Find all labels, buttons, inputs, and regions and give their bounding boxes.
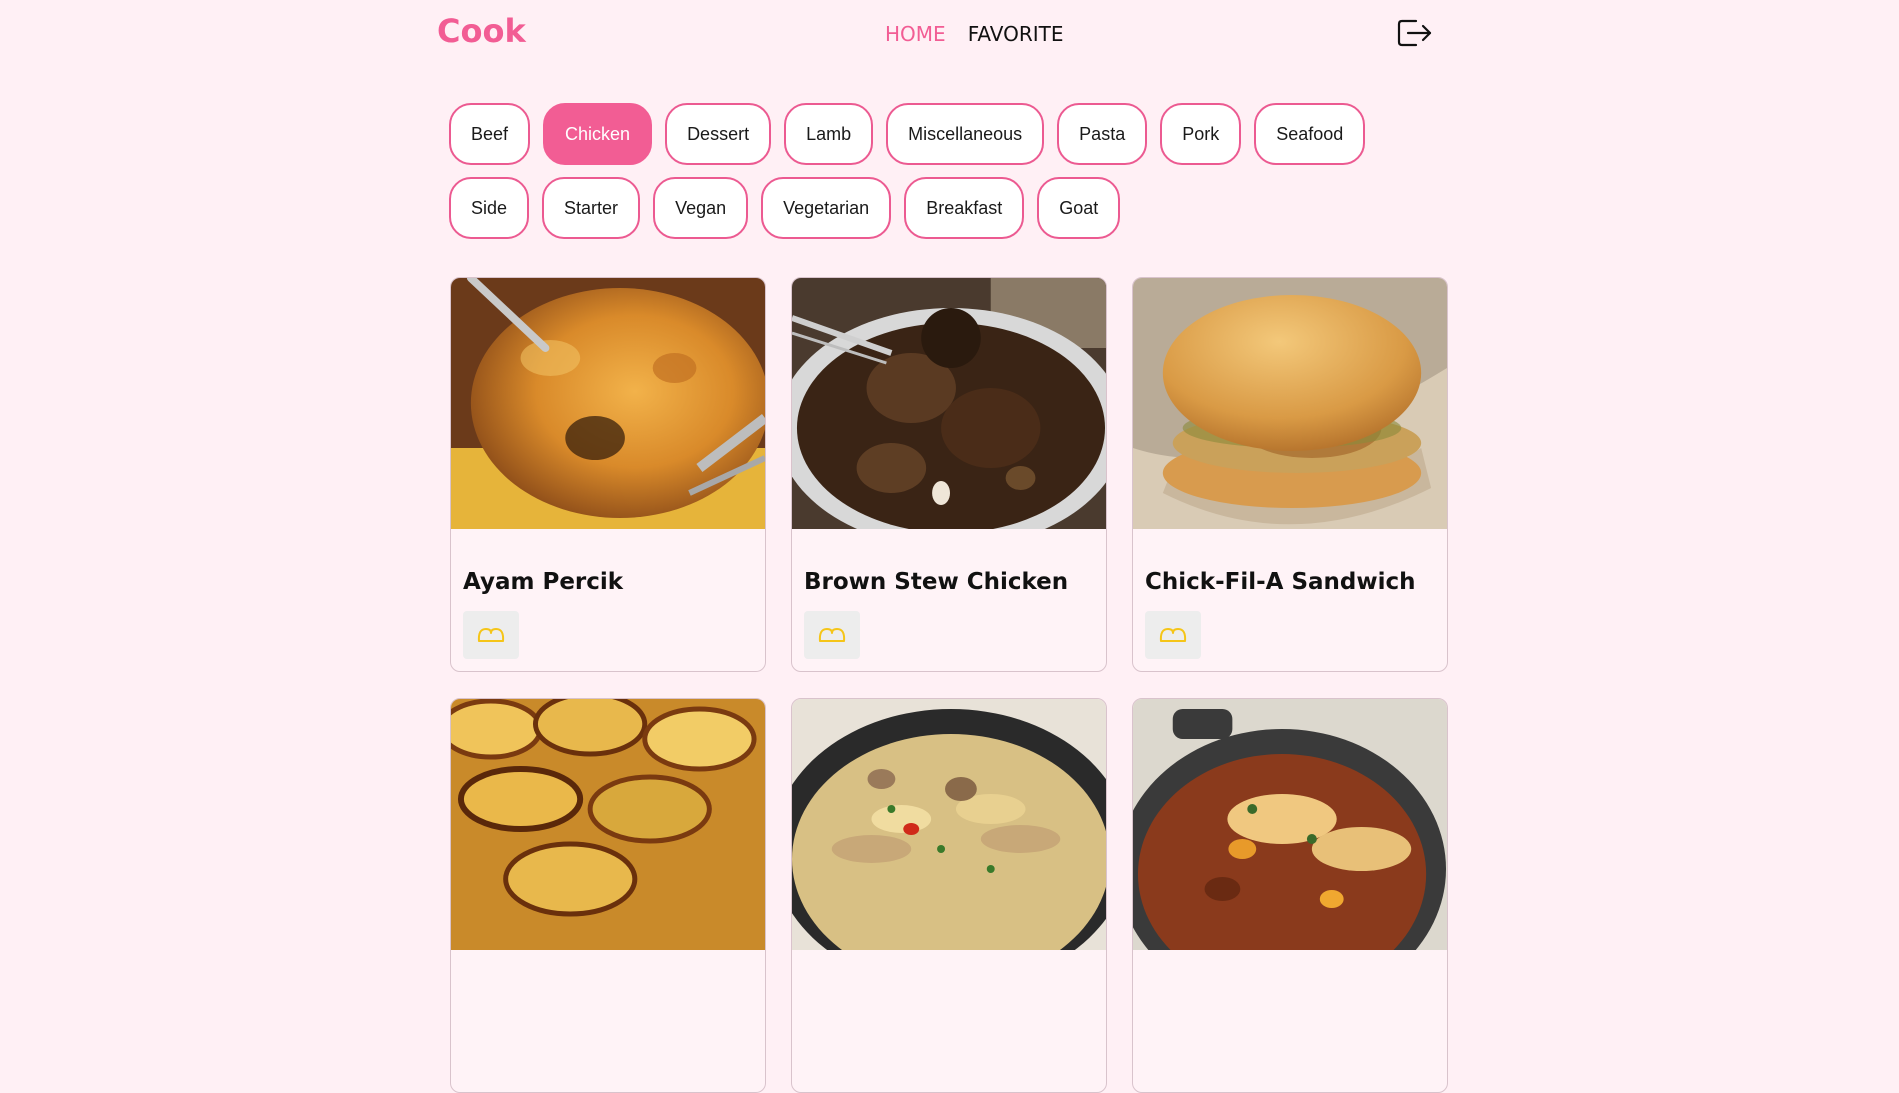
- meal-image: [792, 699, 1106, 950]
- meal-card[interactable]: Brown Stew Chicken: [791, 277, 1107, 672]
- meal-image: [451, 699, 765, 950]
- logout-icon[interactable]: [1396, 17, 1434, 49]
- favorite-button[interactable]: [463, 611, 519, 659]
- meal-image: [1133, 699, 1447, 950]
- meal-card[interactable]: [450, 698, 766, 1093]
- nav-home[interactable]: HOME: [885, 22, 946, 46]
- category-chip-chicken[interactable]: Chicken: [543, 103, 653, 165]
- category-chip-vegan[interactable]: Vegan: [653, 177, 749, 239]
- heart-outline-icon: [477, 628, 505, 642]
- category-filter-list: Beef Chicken Dessert Lamb Miscellaneous …: [449, 103, 1449, 239]
- meal-title: Ayam Percik: [463, 569, 624, 595]
- meal-card[interactable]: [791, 698, 1107, 1093]
- meal-image: [451, 278, 765, 529]
- heart-outline-icon: [1159, 628, 1187, 642]
- meal-title: Chick-Fil-A Sandwich: [1145, 569, 1416, 595]
- category-chip-starter[interactable]: Starter: [542, 177, 641, 239]
- category-chip-dessert[interactable]: Dessert: [665, 103, 772, 165]
- category-chip-pasta[interactable]: Pasta: [1057, 103, 1148, 165]
- category-chip-vegetarian[interactable]: Vegetarian: [761, 177, 892, 239]
- meal-image: [792, 278, 1106, 529]
- category-chip-seafood[interactable]: Seafood: [1254, 103, 1366, 165]
- category-chip-beef[interactable]: Beef: [449, 103, 531, 165]
- logo[interactable]: Cook: [437, 12, 526, 50]
- header: Cook HOME FAVORITE: [0, 0, 1899, 70]
- meal-card[interactable]: Ayam Percik: [450, 277, 766, 672]
- favorite-button[interactable]: [1145, 611, 1201, 659]
- meal-card[interactable]: Chick-Fil-A Sandwich: [1132, 277, 1448, 672]
- meal-title: Brown Stew Chicken: [804, 569, 1069, 595]
- favorite-button[interactable]: [804, 611, 860, 659]
- heart-outline-icon: [818, 628, 846, 642]
- category-chip-miscellaneous[interactable]: Miscellaneous: [886, 103, 1045, 165]
- category-chip-goat[interactable]: Goat: [1037, 177, 1121, 239]
- category-chip-pork[interactable]: Pork: [1160, 103, 1242, 165]
- meal-grid: Ayam Percik Brown Stew Chicken Chick-Fil…: [450, 277, 1450, 1093]
- category-chip-lamb[interactable]: Lamb: [784, 103, 874, 165]
- category-chip-side[interactable]: Side: [449, 177, 530, 239]
- category-chip-breakfast[interactable]: Breakfast: [904, 177, 1025, 239]
- meal-card[interactable]: [1132, 698, 1448, 1093]
- nav-favorite[interactable]: FAVORITE: [968, 22, 1064, 46]
- meal-image: [1133, 278, 1447, 529]
- main-nav: HOME FAVORITE: [885, 22, 1063, 46]
